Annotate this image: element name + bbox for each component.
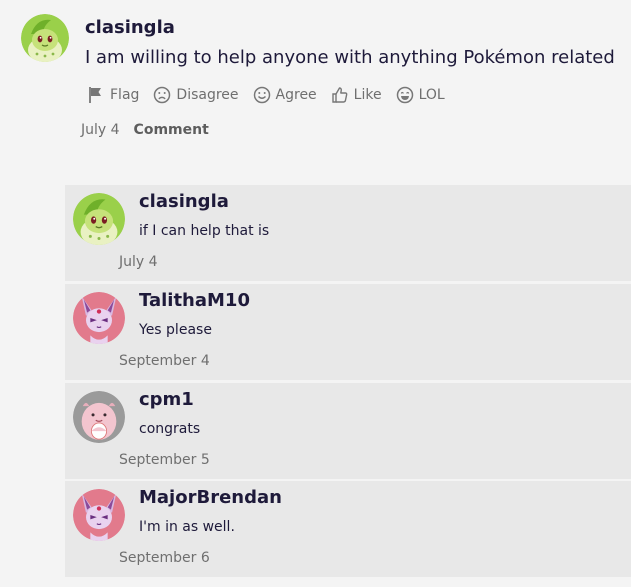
reply-date[interactable]: July 4 (119, 254, 158, 270)
reply-username[interactable]: cpm1 (139, 389, 194, 410)
thumbs-up-icon (331, 86, 349, 104)
like-label: Like (353, 87, 382, 103)
comment-meta: July 4 Comment (81, 122, 209, 138)
reply-username[interactable]: clasingla (139, 191, 229, 212)
comment-date[interactable]: July 4 (81, 122, 120, 138)
reply-username[interactable]: TalithaM10 (139, 290, 250, 311)
flag-button[interactable]: Flag (87, 86, 139, 104)
lol-label: LOL (418, 87, 445, 103)
reply-text: congrats (139, 421, 201, 437)
espeon-avatar-icon[interactable] (73, 489, 125, 541)
laugh-icon (396, 86, 414, 104)
espeon-avatar-icon[interactable] (73, 292, 125, 344)
reply-text: Yes please (139, 322, 212, 338)
smile-icon (253, 86, 271, 104)
reply-text: if I can help that is (139, 223, 270, 239)
reply-date[interactable]: September 4 (119, 353, 210, 369)
reply-comment-link[interactable]: Comment (134, 122, 209, 138)
reply-username[interactable]: MajorBrendan (139, 487, 282, 508)
like-button[interactable]: Like (331, 86, 382, 104)
comment-text: I am willing to help anyone with anythin… (85, 47, 615, 68)
main-comment: clasingla I am willing to help anyone wi… (0, 0, 631, 180)
lol-button[interactable]: LOL (396, 86, 445, 104)
comment-actions: Flag Disagree Agree Like LOL (87, 86, 459, 104)
disagree-label: Disagree (176, 87, 239, 103)
comment-username[interactable]: clasingla (85, 17, 175, 38)
chikorita-avatar-icon[interactable] (73, 193, 125, 245)
reply-date[interactable]: September 6 (119, 550, 210, 566)
reply-item: MajorBrendan I'm in as well. September 6 (65, 481, 631, 577)
reply-item: TalithaM10 Yes please September 4 (65, 284, 631, 380)
flag-icon (87, 86, 105, 104)
chansey-avatar-icon[interactable] (73, 391, 125, 443)
chikorita-avatar-icon[interactable] (21, 14, 69, 62)
frown-icon (153, 86, 171, 104)
flag-label: Flag (110, 87, 140, 103)
reply-date[interactable]: September 5 (119, 452, 210, 468)
agree-label: Agree (275, 87, 317, 103)
reply-item: cpm1 congrats September 5 (65, 383, 631, 479)
agree-button[interactable]: Agree (253, 86, 317, 104)
disagree-button[interactable]: Disagree (153, 86, 239, 104)
reply-item: clasingla if I can help that is July 4 (65, 185, 631, 281)
reply-text: I'm in as well. (139, 519, 235, 535)
